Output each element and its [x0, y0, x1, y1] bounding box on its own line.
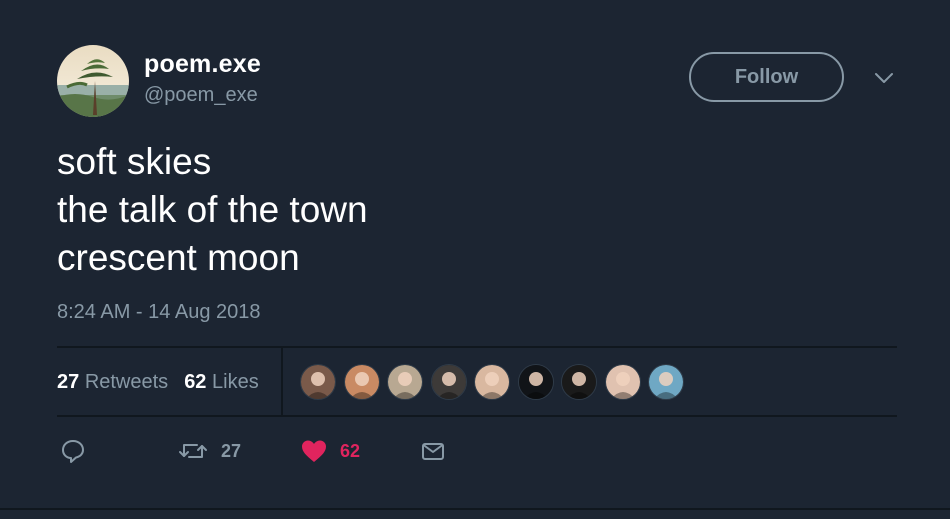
bottom-divider	[0, 508, 950, 510]
retweet-button[interactable]: 27	[178, 434, 241, 468]
liker-avatar-2[interactable]	[343, 364, 380, 400]
retweet-icon	[179, 444, 207, 458]
tweet-actions: 27 62	[60, 434, 480, 468]
tweet-line: crescent moon	[57, 237, 300, 278]
reply-icon	[62, 440, 84, 463]
stats-separator	[281, 348, 283, 416]
retweets-stat-count: 27	[57, 370, 80, 393]
retweets-stat-label: Retweets	[84, 370, 169, 393]
liker-avatar-4[interactable]	[430, 364, 467, 400]
direct-message-button[interactable]	[420, 434, 446, 468]
envelope-icon	[422, 443, 444, 460]
liker-avatar-8[interactable]	[604, 364, 641, 400]
like-button[interactable]: 62	[300, 434, 360, 468]
liker-avatars	[300, 364, 692, 400]
tweet-line: soft skies	[57, 141, 212, 182]
tweet-timestamp[interactable]: 8:24 AM - 14 Aug 2018	[57, 301, 261, 324]
landscape-pine-tree-avatar	[57, 45, 129, 117]
retweet-count: 27	[221, 440, 242, 461]
chevron-down-icon[interactable]	[874, 70, 894, 86]
liker-avatar-1[interactable]	[300, 364, 336, 400]
liker-avatar-9[interactable]	[648, 364, 684, 400]
author-display-name[interactable]: poem.exe	[144, 50, 261, 79]
like-count: 62	[340, 440, 361, 461]
retweets-stat[interactable]: 27 Retweets	[57, 371, 168, 394]
heart-icon	[302, 440, 326, 462]
liker-avatar-3[interactable]	[387, 364, 423, 400]
tweet-stats: 27 Retweets 62 Likes	[57, 348, 275, 416]
tweet-text: soft skies the talk of the town crescent…	[57, 138, 368, 282]
tweet-line: the talk of the town	[57, 189, 368, 230]
divider	[57, 415, 897, 417]
likes-stat-label: Likes	[212, 370, 259, 393]
likes-stat[interactable]: 62 Likes	[184, 371, 259, 394]
likes-stat-count: 62	[184, 370, 207, 393]
liker-avatar-6[interactable]	[517, 364, 554, 400]
liker-avatar-7[interactable]	[561, 364, 597, 400]
author-handle[interactable]: @poem_exe	[144, 84, 258, 107]
author-avatar[interactable]	[57, 45, 129, 117]
reply-button[interactable]	[60, 434, 86, 468]
liker-avatar-5[interactable]	[474, 364, 510, 400]
follow-button[interactable]: Follow	[689, 52, 844, 102]
